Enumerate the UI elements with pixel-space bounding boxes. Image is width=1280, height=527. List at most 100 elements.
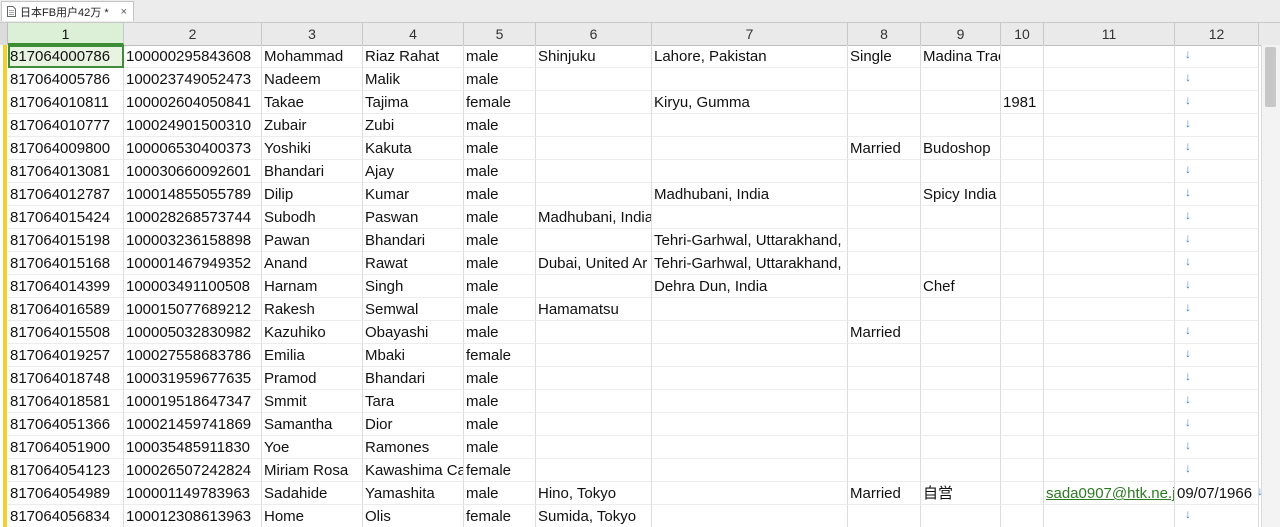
cell-col-9[interactable] bbox=[921, 206, 1001, 229]
cell-col-1[interactable]: 817064019257 bbox=[8, 344, 124, 367]
cell-col-6[interactable] bbox=[536, 160, 652, 183]
cell-col-11[interactable] bbox=[1044, 183, 1175, 206]
cell-col-8[interactable] bbox=[848, 436, 921, 459]
cell-col-1[interactable]: 817064014399 bbox=[8, 275, 124, 298]
cell-col-6[interactable] bbox=[536, 229, 652, 252]
cell-col-11[interactable] bbox=[1044, 413, 1175, 436]
cell-col-3[interactable]: Pramod bbox=[262, 367, 363, 390]
column-header-1[interactable]: 1 bbox=[8, 23, 124, 45]
cell-col-6[interactable] bbox=[536, 367, 652, 390]
cell-col-2[interactable]: 100030660092601 bbox=[124, 160, 262, 183]
cell-col-10[interactable] bbox=[1001, 413, 1044, 436]
cell-col-10[interactable] bbox=[1001, 459, 1044, 482]
cell-col-11[interactable] bbox=[1044, 160, 1175, 183]
cell-col-3[interactable]: Subodh bbox=[262, 206, 363, 229]
cell-col-12[interactable]: 09/07/1966 bbox=[1175, 482, 1259, 505]
cell-col-11[interactable]: sada0907@htk.ne.j bbox=[1044, 482, 1175, 505]
cell-col-9[interactable] bbox=[921, 91, 1001, 114]
cell-col-8[interactable] bbox=[848, 367, 921, 390]
cell-col-8[interactable] bbox=[848, 183, 921, 206]
cell-col-6[interactable] bbox=[536, 68, 652, 91]
cell-col-10[interactable] bbox=[1001, 298, 1044, 321]
cell-col-3[interactable]: Takae bbox=[262, 91, 363, 114]
cell-col-11[interactable] bbox=[1044, 206, 1175, 229]
cell-col-5[interactable]: female bbox=[464, 505, 536, 527]
cell-col-10[interactable] bbox=[1001, 114, 1044, 137]
cell-col-2[interactable]: 100014855055789 bbox=[124, 183, 262, 206]
cell-col-2[interactable]: 100024901500310 bbox=[124, 114, 262, 137]
cell-col-1[interactable]: 817064051366 bbox=[8, 413, 124, 436]
cell-col-6[interactable] bbox=[536, 390, 652, 413]
cell-col-11[interactable] bbox=[1044, 505, 1175, 527]
cell-col-5[interactable]: male bbox=[464, 114, 536, 137]
cell-col-4[interactable]: Bhandari bbox=[363, 229, 464, 252]
cell-col-5[interactable]: female bbox=[464, 459, 536, 482]
column-header-10[interactable]: 10 bbox=[1001, 23, 1044, 45]
cell-col-4[interactable]: Bhandari bbox=[363, 367, 464, 390]
cell-col-4[interactable]: Obayashi bbox=[363, 321, 464, 344]
cell-col-7[interactable] bbox=[652, 505, 848, 527]
cell-col-10[interactable] bbox=[1001, 252, 1044, 275]
cell-col-5[interactable]: female bbox=[464, 344, 536, 367]
cell-col-11[interactable] bbox=[1044, 367, 1175, 390]
cell-col-9[interactable]: Budoshop bbox=[921, 137, 1001, 160]
cell-col-2[interactable]: 100003236158898 bbox=[124, 229, 262, 252]
spreadsheet-grid[interactable]: 1 2 3 4 5 6 7 8 9 10 11 12 817064000786 100000295843… bbox=[0, 23, 1280, 527]
cell-col-3[interactable]: Bhandari bbox=[262, 160, 363, 183]
cell-col-11[interactable] bbox=[1044, 298, 1175, 321]
cell-col-4[interactable]: Kumar bbox=[363, 183, 464, 206]
cell-col-3[interactable]: Harnam bbox=[262, 275, 363, 298]
cell-col-6[interactable] bbox=[536, 344, 652, 367]
cell-col-6[interactable] bbox=[536, 91, 652, 114]
cell-col-5[interactable]: male bbox=[464, 436, 536, 459]
cell-col-7[interactable]: Tehri-Garhwal, Uttarakhand, bbox=[652, 229, 848, 252]
cell-col-10[interactable] bbox=[1001, 206, 1044, 229]
cell-col-7[interactable] bbox=[652, 321, 848, 344]
cell-col-1[interactable]: 817064015198 bbox=[8, 229, 124, 252]
column-header-8[interactable]: 8 bbox=[848, 23, 921, 45]
cell-col-8[interactable] bbox=[848, 91, 921, 114]
cell-col-3[interactable]: Anand bbox=[262, 252, 363, 275]
column-header-3[interactable]: 3 bbox=[262, 23, 363, 45]
cell-col-1[interactable]: 817064018748 bbox=[8, 367, 124, 390]
cell-col-5[interactable]: male bbox=[464, 183, 536, 206]
cell-col-9[interactable] bbox=[921, 114, 1001, 137]
cell-col-11[interactable] bbox=[1044, 45, 1175, 68]
cell-col-9[interactable]: 自営 bbox=[921, 482, 1001, 505]
cell-col-8[interactable] bbox=[848, 68, 921, 91]
cell-col-2[interactable]: 100006530400373 bbox=[124, 137, 262, 160]
cell-col-7[interactable]: Tehri-Garhwal, Uttarakhand, bbox=[652, 252, 848, 275]
cell-col-7[interactable] bbox=[652, 367, 848, 390]
cell-col-2[interactable]: 100015077689212 bbox=[124, 298, 262, 321]
cell-col-11[interactable] bbox=[1044, 114, 1175, 137]
cell-col-9[interactable] bbox=[921, 367, 1001, 390]
scrollbar-thumb[interactable] bbox=[1265, 47, 1276, 107]
cell-col-11[interactable] bbox=[1044, 275, 1175, 298]
cell-col-5[interactable]: male bbox=[464, 275, 536, 298]
cell-col-2[interactable]: 100001149783963 bbox=[124, 482, 262, 505]
cell-col-1[interactable]: 817064056834 bbox=[8, 505, 124, 527]
cell-col-5[interactable]: male bbox=[464, 206, 536, 229]
cell-col-8[interactable] bbox=[848, 459, 921, 482]
cell-col-3[interactable]: Sadahide bbox=[262, 482, 363, 505]
cell-col-8[interactable]: Single bbox=[848, 45, 921, 68]
cell-col-9[interactable] bbox=[921, 436, 1001, 459]
cell-col-6[interactable]: Sumida, Tokyo bbox=[536, 505, 652, 527]
cell-col-8[interactable] bbox=[848, 413, 921, 436]
cell-col-4[interactable]: Riaz Rahat bbox=[363, 45, 464, 68]
cell-col-1[interactable]: 817064018581 bbox=[8, 390, 124, 413]
cell-col-11[interactable] bbox=[1044, 344, 1175, 367]
cell-col-9[interactable] bbox=[921, 344, 1001, 367]
cell-col-2[interactable]: 100003491100508 bbox=[124, 275, 262, 298]
cell-col-4[interactable]: Mbaki bbox=[363, 344, 464, 367]
cell-col-9[interactable] bbox=[921, 298, 1001, 321]
cell-col-7[interactable]: Lahore, Pakistan bbox=[652, 45, 848, 68]
cell-col-4[interactable]: Tajima bbox=[363, 91, 464, 114]
cell-col-9[interactable] bbox=[921, 505, 1001, 527]
cell-col-1[interactable]: 817064015168 bbox=[8, 252, 124, 275]
cell-col-3[interactable]: Zubair bbox=[262, 114, 363, 137]
cell-col-5[interactable]: male bbox=[464, 321, 536, 344]
cell-col-3[interactable]: Yoshiki bbox=[262, 137, 363, 160]
document-tab[interactable]: 日本FB用户42万 * × bbox=[1, 1, 134, 21]
cell-col-8[interactable] bbox=[848, 344, 921, 367]
